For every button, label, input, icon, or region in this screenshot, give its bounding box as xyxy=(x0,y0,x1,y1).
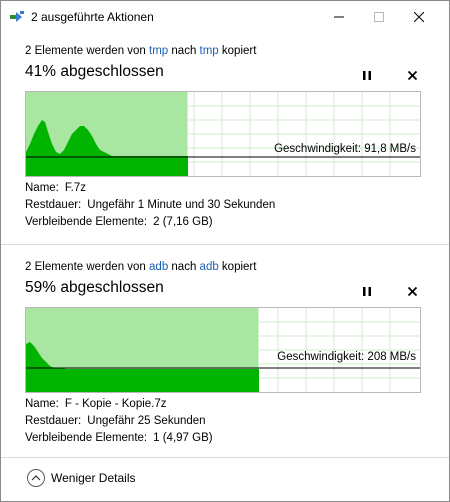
target-link[interactable]: adb xyxy=(200,261,219,273)
speed-label: Geschwindigkeit: 91,8 MB/s xyxy=(274,143,416,155)
pause-button[interactable] xyxy=(360,284,374,298)
speed-label: Geschwindigkeit: 208 MB/s xyxy=(277,351,416,363)
minimize-button[interactable] xyxy=(319,1,359,33)
target-link[interactable]: tmp xyxy=(200,45,219,57)
maximize-icon xyxy=(374,12,384,22)
fewer-details-label: Weniger Details xyxy=(51,471,136,485)
window-title: 2 ausgeführte Aktionen xyxy=(31,10,154,24)
progress-text: 59% abgeschlossen xyxy=(25,279,164,296)
operation-header: 2 Elemente werden von adb nach adb kopie… xyxy=(25,261,256,273)
copy-operation-2: 2 Elemente werden von adb nach adb kopie… xyxy=(1,255,449,455)
chevron-up-circle-icon xyxy=(27,469,45,487)
header-text: kopiert xyxy=(218,261,257,273)
copy-dialog-window: 2 ausgeführte Aktionen 2 Elemente werden… xyxy=(0,0,450,502)
divider xyxy=(1,244,449,245)
speed-graph-svg xyxy=(26,308,420,392)
detail-value: 2 (7,16 GB) xyxy=(153,216,213,228)
detail-remaining-time: Restdauer: Ungefähr 25 Sekunden xyxy=(25,415,206,427)
title-bar: 2 ausgeführte Aktionen xyxy=(1,1,449,33)
detail-remaining-items: Verbleibende Elemente: 1 (4,97 GB) xyxy=(25,432,213,444)
detail-value: F.7z xyxy=(64,182,86,194)
detail-name: Name: F - Kopie - Kopie.7z xyxy=(25,398,167,410)
maximize-button[interactable] xyxy=(359,1,399,33)
header-text: 2 Elemente werden von xyxy=(25,261,150,273)
detail-label: Name: xyxy=(25,182,59,194)
header-text: 2 Elemente werden von xyxy=(25,45,150,57)
speed-graph: Geschwindigkeit: 91,8 MB/s xyxy=(25,91,421,177)
pause-button[interactable] xyxy=(360,68,374,82)
operation-header: 2 Elemente werden von tmp nach tmp kopie… xyxy=(25,45,256,57)
close-window-button[interactable] xyxy=(399,1,439,33)
detail-name: Name: F.7z xyxy=(25,182,86,194)
minimize-icon xyxy=(334,16,344,18)
header-text: nach xyxy=(168,261,200,273)
close-icon xyxy=(414,12,424,22)
detail-remaining-items: Verbleibende Elemente: 2 (7,16 GB) xyxy=(25,216,213,228)
detail-label: Verbleibende Elemente: xyxy=(25,432,148,444)
detail-label: Restdauer: xyxy=(25,199,82,211)
copy-operation-1: 2 Elemente werden von tmp nach tmp kopie… xyxy=(1,39,449,239)
detail-label: Restdauer: xyxy=(25,415,82,427)
close-icon xyxy=(407,286,417,296)
pause-icon xyxy=(363,286,371,296)
close-icon xyxy=(407,70,417,80)
detail-label: Name: xyxy=(25,398,59,410)
detail-value: Ungefähr 25 Sekunden xyxy=(87,415,206,427)
speed-graph: Geschwindigkeit: 208 MB/s xyxy=(25,307,421,393)
speed-graph-svg xyxy=(26,92,420,176)
fewer-details-button[interactable]: Weniger Details xyxy=(27,467,135,489)
source-link[interactable]: tmp xyxy=(149,45,168,57)
progress-text: 41% abgeschlossen xyxy=(25,63,164,80)
header-text: nach xyxy=(168,45,200,57)
divider xyxy=(1,457,449,458)
copy-arrow-icon xyxy=(10,11,24,22)
detail-label: Verbleibende Elemente: xyxy=(25,216,148,228)
source-link[interactable]: adb xyxy=(149,261,168,273)
pause-icon xyxy=(363,70,371,80)
header-text: kopiert xyxy=(218,45,257,57)
detail-value: Ungefähr 1 Minute und 30 Sekunden xyxy=(87,199,276,211)
cancel-operation-button[interactable] xyxy=(405,284,419,298)
cancel-operation-button[interactable] xyxy=(405,68,419,82)
detail-value: 1 (4,97 GB) xyxy=(153,432,213,444)
detail-value: F - Kopie - Kopie.7z xyxy=(64,398,167,410)
detail-remaining-time: Restdauer: Ungefähr 1 Minute und 30 Sekun… xyxy=(25,199,275,211)
